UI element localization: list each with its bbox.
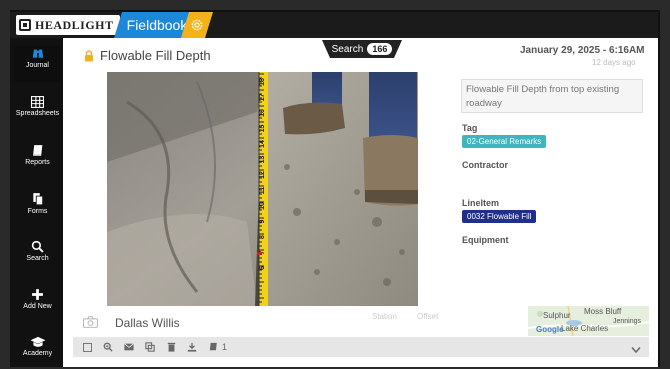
grid-icon (31, 96, 44, 108)
graduation-cap-icon (30, 336, 45, 347)
attachment-book-icon[interactable] (206, 340, 220, 354)
search-label: Search (331, 43, 364, 55)
sidebar-item-label: Forms (27, 208, 48, 215)
sidebar-item-label: Journal (26, 62, 49, 69)
sidebar-item-search[interactable]: Search (14, 240, 61, 262)
sidebar-item-label: Search (26, 255, 49, 262)
entry-photo[interactable]: 18 17 16 15 14 13 12 11 10 9 8 7 6 (107, 72, 418, 306)
lineitem-label: LineItem (462, 198, 500, 208)
sidebar-item-spreadsheets[interactable]: Spreadsheets (14, 96, 61, 117)
contractor-label: Contractor (462, 160, 509, 170)
sidebar-item-forms[interactable]: Forms (14, 192, 61, 215)
email-icon[interactable] (122, 340, 136, 354)
zoom-icon[interactable] (101, 340, 115, 354)
ruler-number: 9 (259, 219, 266, 223)
ruler-number: 8 (259, 235, 266, 239)
search-results-button[interactable]: Search 166 (322, 40, 402, 58)
sidebar-item-label: Spreadsheets (15, 110, 60, 117)
sidebar-item-label: Reports (25, 159, 50, 166)
lock-icon (84, 49, 94, 67)
ruler-number: 14 (259, 140, 266, 148)
lineitem-chip[interactable]: 0032 Flowable Fill (462, 210, 537, 223)
entry-toolbar: 1 (73, 337, 649, 357)
ruler-number: 16 (259, 109, 266, 117)
copy-document-icon (32, 193, 43, 206)
gear-icon (190, 18, 204, 32)
entry-description[interactable]: Flowable Fill Depth from top existing ro… (461, 79, 643, 113)
trash-icon[interactable] (164, 340, 178, 354)
map-label-jennings: Jennings (613, 318, 642, 325)
ruler-number: 6 (259, 266, 266, 270)
tag-chip[interactable]: 02-General Remarks (462, 135, 547, 148)
ruler-number: 11 (259, 187, 266, 195)
map-label-sulphur: Sulphur (543, 311, 571, 320)
attachment-count: 1 (222, 342, 228, 352)
entry-title: Flowable Fill Depth (100, 48, 211, 63)
ruler-number: 13 (259, 156, 266, 164)
entry-date: January 29, 2025 - 6:16AM (520, 45, 645, 56)
brand-name: HEADLIGHT (35, 17, 114, 32)
sidebar: Journal Spreadsheets Reports Forms Searc… (14, 38, 61, 367)
search-icon (31, 240, 44, 253)
binoculars-icon (32, 49, 43, 58)
select-checkbox[interactable] (80, 340, 94, 354)
duplicate-icon[interactable] (143, 340, 157, 354)
chevron-down-icon[interactable] (631, 341, 641, 359)
ruler-number: 17 (259, 94, 266, 102)
ruler-number: 10 (259, 202, 266, 210)
equipment-label: Equipment (462, 235, 509, 245)
entry-author: Dallas Willis (115, 316, 180, 330)
sidebar-item-reports[interactable]: Reports (14, 144, 61, 166)
map-label-lake-charles: Lake Charles (561, 324, 609, 333)
ruler-number: 12 (259, 171, 266, 179)
entry-relative-time: 12 days ago (592, 58, 636, 67)
sidebar-item-academy[interactable]: Academy (14, 336, 61, 357)
sidebar-item-label: Academy (22, 350, 53, 357)
station-label: Station (372, 312, 397, 321)
map-label-google: Google (536, 325, 564, 334)
plus-icon (32, 289, 43, 300)
download-icon[interactable] (185, 340, 199, 354)
book-icon (32, 145, 42, 156)
tag-label: Tag (462, 123, 478, 133)
ruler-number: 15 (259, 125, 266, 133)
search-count-badge: 166 (367, 43, 392, 55)
headlight-logo-icon (19, 19, 31, 31)
camera-icon[interactable] (83, 315, 98, 333)
top-bar: HEADLIGHT Fieldbook (10, 12, 658, 38)
offset-label: Offset (417, 312, 439, 321)
sidebar-item-label: Add New (23, 303, 52, 310)
location-map[interactable]: Sulphur Moss Bluff Lake Charles Jennings… (528, 306, 649, 336)
map-label-moss-bluff: Moss Bluff (584, 307, 622, 316)
sidebar-item-journal[interactable]: Journal (14, 46, 61, 82)
ruler-number: 18 (259, 78, 266, 86)
headlight-logo[interactable]: HEADLIGHT (16, 15, 120, 35)
sidebar-item-add-new[interactable]: Add New (14, 288, 61, 310)
